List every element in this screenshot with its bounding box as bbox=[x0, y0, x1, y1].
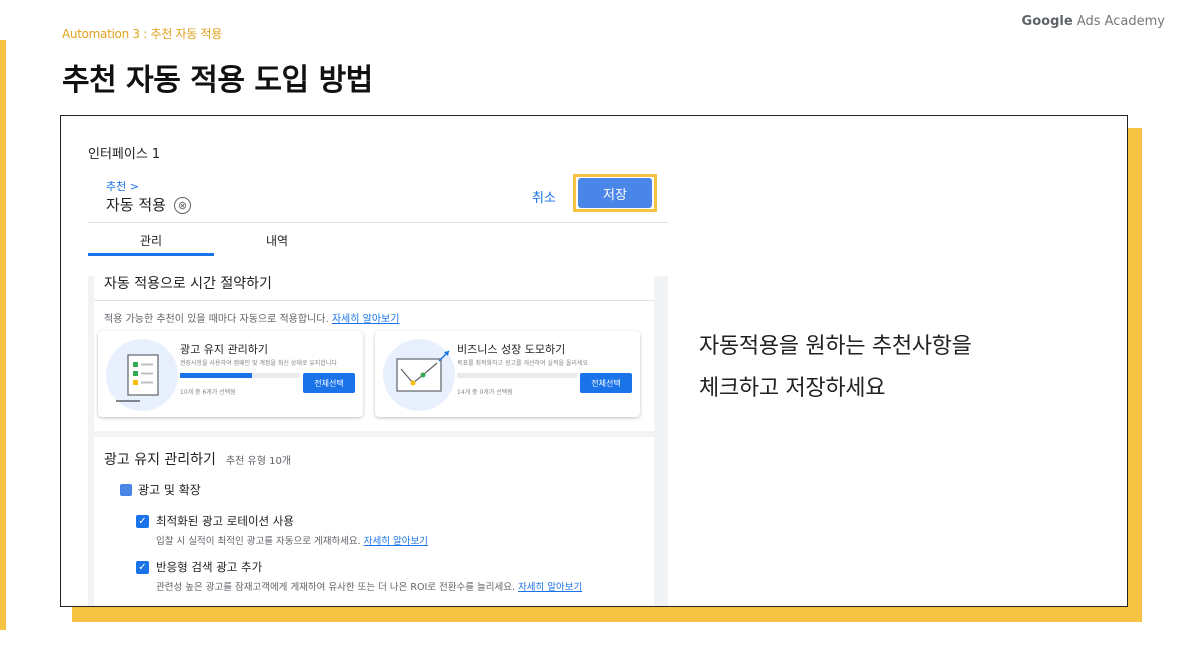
ads-category-icon bbox=[120, 484, 132, 496]
selection-count: 14개 중 0개가 선택됨 bbox=[457, 389, 513, 396]
brand-bold: Google bbox=[1021, 14, 1073, 29]
section-description-text: 적용 가능한 추천이 있을 때마다 자동으로 적용합니다. bbox=[104, 314, 329, 325]
tabs-divider bbox=[88, 222, 668, 223]
learn-more-link[interactable]: 자세히 알아보기 bbox=[332, 314, 400, 325]
learn-more-link[interactable]: 자세히 알아보기 bbox=[518, 582, 582, 593]
item-description-text: 입찰 시 실적이 최적인 광고를 자동으로 게재하세요. bbox=[156, 536, 361, 547]
checklist-illustration-icon bbox=[106, 339, 178, 411]
select-all-button[interactable]: 전체선택 bbox=[303, 373, 355, 393]
save-button[interactable]: 저장 bbox=[578, 178, 652, 208]
section-title: 자동 적용으로 시간 절약하기 bbox=[104, 276, 272, 292]
category-ads-extensions: 광고 및 확장 bbox=[120, 481, 201, 498]
checkbox-responsive-search-ads[interactable]: ✓ bbox=[136, 561, 149, 574]
auto-apply-panel: 추천 > 자동 적용 ⊗ 취소 저장 관리 내역 자동 적용으로 시간 절약하기 … bbox=[88, 170, 668, 606]
callout-line-1: 자동적용을 원하는 추천사항을 bbox=[699, 334, 972, 359]
callout-line-2: 체크하고 저장하세요 bbox=[699, 376, 886, 401]
trend-chart-illustration-icon bbox=[383, 339, 455, 411]
panel-header: 추천 > 자동 적용 ⊗ 취소 저장 관리 내역 bbox=[88, 170, 668, 276]
slide-kicker: Automation 3 : 추천 자동 적용 bbox=[62, 27, 222, 41]
progress-track bbox=[457, 373, 577, 378]
time-saving-section: 자동 적용으로 시간 절약하기 적용 가능한 추천이 있을 때마다 자동으로 적… bbox=[94, 263, 654, 431]
item-description-text: 관련성 높은 광고를 잠재고객에게 게재하여 유사한 또는 더 나은 ROI로 … bbox=[156, 582, 516, 593]
tab-history[interactable]: 내역 bbox=[214, 232, 340, 249]
category-label: 광고 및 확장 bbox=[138, 483, 201, 497]
progress-track bbox=[180, 373, 300, 378]
section-description: 적용 가능한 추천이 있을 때마다 자동으로 적용합니다. 자세히 알아보기 bbox=[104, 310, 399, 325]
section-title-text: 광고 유지 관리하기 bbox=[104, 452, 216, 468]
maintenance-card: 광고 유지 관리하기 권장사항을 사용하여 캠페인 및 계정을 최신 상태로 유… bbox=[98, 331, 363, 417]
section-title: 광고 유지 관리하기 추천 유형 10개 bbox=[104, 449, 291, 469]
brand-logo: Google Ads Academy bbox=[1022, 14, 1165, 29]
brand-rest: Ads Academy bbox=[1072, 14, 1165, 29]
recommendation-type-count: 추천 유형 10개 bbox=[225, 456, 292, 467]
interface-label: 인터페이스 1 bbox=[88, 147, 161, 162]
left-accent-bar bbox=[0, 40, 6, 630]
active-tab-indicator bbox=[88, 253, 214, 256]
maintenance-section: 광고 유지 관리하기 추천 유형 10개 광고 및 확장 ✓ 최적화된 광고 로테… bbox=[94, 437, 654, 606]
learn-more-link[interactable]: 자세히 알아보기 bbox=[364, 536, 428, 547]
cancel-button[interactable]: 취소 bbox=[532, 187, 556, 206]
tab-manage[interactable]: 관리 bbox=[88, 232, 214, 249]
panel-title: 자동 적용 ⊗ bbox=[106, 194, 191, 215]
item-description: 입찰 시 실적이 최적인 광고를 자동으로 게재하세요. 자세히 알아보기 bbox=[156, 533, 428, 547]
progress-fill bbox=[180, 373, 252, 378]
slide-title: 추천 자동 적용 도입 방법 bbox=[62, 63, 373, 98]
select-all-button[interactable]: 전체선택 bbox=[580, 373, 632, 393]
checkbox-ad-rotation[interactable]: ✓ bbox=[136, 515, 149, 528]
card-subtitle: 권장사항을 사용하여 캠페인 및 계정을 최신 상태로 유지합니다 bbox=[180, 360, 337, 367]
content-card: 인터페이스 1 추천 > 자동 적용 ⊗ 취소 저장 관리 내역 자동 적용으로 … bbox=[60, 115, 1128, 607]
item-description: 관련성 높은 광고를 잠재고객에게 게재하여 유사한 또는 더 나은 ROI로 … bbox=[156, 579, 582, 593]
card-title: 광고 유지 관리하기 bbox=[180, 343, 268, 356]
item-title: 반응형 검색 광고 추가 bbox=[156, 560, 263, 574]
close-icon[interactable]: ⊗ bbox=[173, 197, 191, 214]
growth-card: 비즈니스 성장 도모하기 목표를 최적화하고 광고를 개선하여 실적을 올리세요… bbox=[375, 331, 640, 417]
card-title: 비즈니스 성장 도모하기 bbox=[457, 343, 566, 356]
section-divider bbox=[94, 300, 654, 301]
item-title: 최적화된 광고 로테이션 사용 bbox=[156, 514, 294, 528]
panel-title-text: 자동 적용 bbox=[106, 196, 166, 214]
card-subtitle: 목표를 최적화하고 광고를 개선하여 실적을 올리세요 bbox=[457, 360, 588, 367]
breadcrumb[interactable]: 추천 > bbox=[106, 178, 139, 194]
instruction-callout: 자동적용을 원하는 추천사항을 체크하고 저장하세요 bbox=[699, 326, 972, 410]
selection-count: 10개 중 6개가 선택됨 bbox=[180, 389, 236, 396]
